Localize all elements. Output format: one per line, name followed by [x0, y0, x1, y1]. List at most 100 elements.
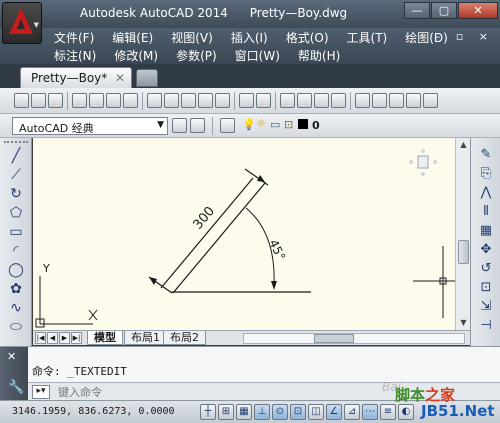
ortho-mode-button[interactable]: ⊥	[254, 404, 270, 420]
workspace-save-icon[interactable]	[190, 118, 205, 133]
zoom-window-icon[interactable]	[314, 93, 329, 108]
object-snap-tracking-button[interactable]: ∠	[326, 404, 342, 420]
tab-layout2[interactable]: 布局2	[163, 331, 206, 345]
rotate-icon[interactable]: ↺	[477, 260, 495, 277]
prev-layout-icon[interactable]: ◀	[47, 332, 58, 344]
layer-properties-icon[interactable]	[220, 118, 235, 133]
command-prompt-icon[interactable]: ▸▾	[32, 385, 50, 399]
3d-object-snap-button[interactable]: ◫	[308, 404, 324, 420]
first-layout-icon[interactable]: |◀	[35, 332, 46, 344]
workspace-dropdown[interactable]: AutoCAD 经典 ▼	[12, 117, 168, 135]
horizontal-scrollbar[interactable]	[243, 333, 465, 344]
menu-item-secondary-1[interactable]: 修改(M)	[114, 47, 158, 64]
spline-icon[interactable]: ∿	[7, 300, 25, 317]
menu-item-secondary-0[interactable]: 标注(N)	[54, 47, 96, 64]
menu-item-primary-1[interactable]: 编辑(E)	[112, 29, 153, 46]
drawing-canvas[interactable]: 300 45° Y	[33, 138, 455, 330]
block-editor-icon[interactable]	[215, 93, 230, 108]
application-menu-button[interactable]: ▼	[2, 2, 42, 44]
wrench-icon[interactable]: 🔧	[8, 380, 24, 395]
command-input[interactable]	[58, 385, 358, 399]
print-preview-icon[interactable]	[89, 93, 104, 108]
transparency-button[interactable]: ◐	[398, 404, 414, 420]
sheet-set-icon[interactable]	[406, 93, 421, 108]
array-icon[interactable]: ▦	[477, 222, 495, 239]
revision-cloud-icon[interactable]: ✿	[7, 281, 25, 298]
scale-icon[interactable]: ⊡	[477, 279, 495, 296]
infer-constraints-button[interactable]: ┼	[200, 404, 216, 420]
properties-icon[interactable]	[355, 93, 370, 108]
snap-mode-button[interactable]: ⊞	[218, 404, 234, 420]
scroll-down-icon[interactable]: ▼	[458, 318, 469, 327]
horizontal-scroll-thumb[interactable]	[314, 334, 354, 343]
layer-dropdown[interactable]: 💡 ☼ ▭ ⊡ 0	[240, 117, 500, 135]
3d-print-icon[interactable]	[123, 93, 138, 108]
restore-button[interactable]: ▢	[431, 2, 457, 19]
line-icon[interactable]: ╱	[7, 148, 25, 165]
toolbar-divider	[275, 92, 276, 110]
stretch-icon[interactable]: ⇲	[477, 298, 495, 315]
command-window-handle[interactable]: ✕ 🔧	[0, 347, 28, 401]
new-tab-button[interactable]	[136, 69, 158, 87]
tab-model[interactable]: 模型	[87, 331, 123, 345]
menu-item-primary-0[interactable]: 文件(F)	[54, 29, 94, 46]
polar-tracking-button[interactable]: ⊙	[272, 404, 288, 420]
zoom-realtime-icon[interactable]	[297, 93, 312, 108]
grid-display-button[interactable]: ▦	[236, 404, 252, 420]
paste-icon[interactable]	[181, 93, 196, 108]
close-tab-icon[interactable]: ✕	[115, 71, 125, 85]
menu-item-secondary-3[interactable]: 窗口(W)	[235, 47, 280, 64]
move-icon[interactable]: ✥	[477, 241, 495, 258]
scroll-up-icon[interactable]: ▲	[458, 140, 469, 149]
menu-item-primary-2[interactable]: 视图(V)	[171, 29, 213, 46]
dynamic-input-button[interactable]: ⋯	[362, 404, 378, 420]
document-tab[interactable]: Pretty—Boy* ✕	[20, 67, 132, 88]
menu-item-secondary-4[interactable]: 帮助(H)	[298, 47, 340, 64]
next-layout-icon[interactable]: ▶	[59, 332, 70, 344]
copy-icon[interactable]	[164, 93, 179, 108]
arc-icon[interactable]: ◜	[7, 243, 25, 260]
print-icon[interactable]	[72, 93, 87, 108]
toolbar-grip[interactable]	[4, 141, 28, 145]
zoom-previous-icon[interactable]	[331, 93, 346, 108]
erase-icon[interactable]: ✎	[477, 146, 495, 163]
circle-icon[interactable]: ◯	[7, 262, 25, 279]
close-icon[interactable]: ✕	[7, 350, 16, 363]
design-center-icon[interactable]	[372, 93, 387, 108]
tool-palettes-icon[interactable]	[389, 93, 404, 108]
markup-icon[interactable]	[423, 93, 438, 108]
close-button[interactable]: ✕	[458, 2, 498, 19]
object-snap-button[interactable]: ⊡	[290, 404, 306, 420]
cut-icon[interactable]	[147, 93, 162, 108]
offset-icon[interactable]: ⫴	[477, 203, 495, 220]
menu-item-primary-4[interactable]: 格式(O)	[286, 29, 329, 46]
polygon-arc-icon[interactable]: ↻	[7, 186, 25, 203]
polyline-icon[interactable]: ⟋	[7, 167, 25, 184]
lineweight-button[interactable]: ≡	[380, 404, 396, 420]
redo-icon[interactable]	[256, 93, 271, 108]
menu-item-secondary-2[interactable]: 参数(P)	[176, 47, 217, 64]
open-file-icon[interactable]	[31, 93, 46, 108]
menu-item-primary-3[interactable]: 插入(I)	[231, 29, 268, 46]
pentagon-icon[interactable]: ⬠	[7, 205, 25, 222]
document-window-controls[interactable]: – ▫ ×	[435, 30, 494, 43]
workspace-settings-icon[interactable]	[172, 118, 187, 133]
match-properties-icon[interactable]	[198, 93, 213, 108]
vertical-scrollbar[interactable]: ▲ ▼	[455, 138, 470, 330]
last-layout-icon[interactable]: ▶|	[71, 332, 82, 344]
rectangle-icon[interactable]: ▭	[7, 224, 25, 241]
copy-object-icon[interactable]: ⎘	[477, 165, 495, 182]
trim-icon[interactable]: ⊣	[477, 317, 495, 334]
vertical-scroll-thumb[interactable]	[458, 240, 469, 264]
undo-icon[interactable]	[239, 93, 254, 108]
save-icon[interactable]	[48, 93, 63, 108]
tab-layout1[interactable]: 布局1	[124, 331, 167, 345]
dynamic-ucs-button[interactable]: ⊿	[344, 404, 360, 420]
new-file-icon[interactable]	[14, 93, 29, 108]
menu-item-primary-5[interactable]: 工具(T)	[347, 29, 388, 46]
ellipse-icon[interactable]: ⬭	[7, 319, 25, 336]
minimize-button[interactable]: —	[404, 2, 430, 19]
mirror-icon[interactable]: ⋀	[477, 184, 495, 201]
publish-icon[interactable]	[106, 93, 121, 108]
pan-icon[interactable]	[280, 93, 295, 108]
